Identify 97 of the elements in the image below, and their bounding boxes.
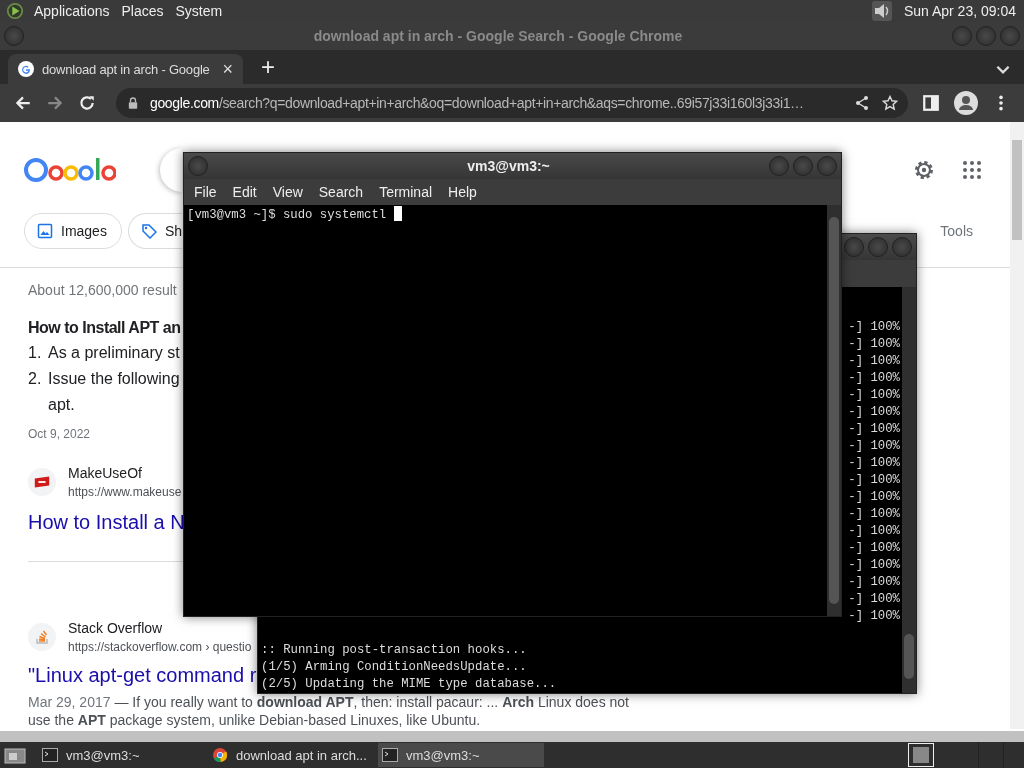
clock[interactable]: Sun Apr 23, 09:04 (903, 3, 1016, 19)
site-name: Stack Overflow (68, 619, 164, 638)
forward-icon[interactable] (46, 94, 64, 112)
step-text: apt. (48, 395, 75, 415)
menu-item[interactable]: Terminal (371, 184, 441, 200)
terminal-line: -] 100% (847, 353, 900, 370)
show-desktop-icon[interactable] (4, 746, 26, 764)
tools-button[interactable]: Tools (940, 223, 973, 239)
url-text: google.com/search?q=download+apt+in+arch&oq=download+apt+in+arch&aqs=chrome..69i57j33i160l3j33i1… (150, 95, 805, 111)
new-tab-button[interactable]: + (261, 54, 275, 80)
distro-logo-icon[interactable] (6, 2, 24, 20)
featured-heading: How to Install APT an (28, 318, 181, 338)
terminal-line: :: Running post-transaction hooks... (261, 642, 528, 659)
featured-date: Oct 9, 2022 (28, 426, 91, 443)
result-link[interactable]: "Linux apt-get command r (28, 662, 257, 688)
site-url: https://stackoverflow.com › questio (68, 639, 252, 656)
panel-menu[interactable]: Applications (34, 3, 110, 19)
settings-icon[interactable] (912, 158, 936, 182)
terminal-line: -] 100% (847, 438, 900, 455)
terminal-line: (1/5) Arming ConditionNeedsUpdate... (261, 659, 528, 676)
step-text: Issue the following (48, 369, 180, 389)
terminal-scrollbar[interactable] (902, 287, 916, 693)
minimize-button[interactable] (769, 156, 789, 176)
terminal-line: -] 100% (847, 574, 900, 591)
window-title: vm3@vm3:~ (466, 158, 551, 174)
maximize-button[interactable] (976, 26, 996, 46)
close-button[interactable] (892, 237, 912, 257)
speaker-icon[interactable] (871, 1, 892, 21)
window-menu-button[interactable] (188, 156, 208, 176)
search-field[interactable] (160, 148, 182, 192)
apps-grid-icon[interactable] (960, 158, 984, 182)
minimize-button[interactable] (844, 237, 864, 257)
share-icon[interactable] (854, 95, 870, 111)
terminal-line: -] 100% (847, 421, 900, 438)
star-icon[interactable] (882, 95, 898, 111)
terminal-icon (42, 748, 58, 762)
close-tab-button[interactable]: × (222, 58, 233, 80)
terminal-line: -] 100% (847, 404, 900, 421)
taskbar-button[interactable]: vm3@vm3:~ (38, 743, 204, 767)
terminal-line: -] 100% (847, 319, 900, 336)
terminal-line: -] 100% (847, 591, 900, 608)
maximize-button[interactable] (868, 237, 888, 257)
step-number: 2. (28, 369, 43, 389)
menu-item[interactable]: Search (310, 184, 372, 200)
minimize-button[interactable] (952, 26, 972, 46)
workspace-switcher[interactable] (908, 743, 934, 767)
menu-item[interactable]: File (186, 184, 225, 200)
close-button[interactable] (1000, 26, 1020, 46)
menu-item[interactable]: Edit (224, 184, 265, 200)
stack-icon (33, 629, 51, 645)
terminal-line: -] 100% (847, 557, 900, 574)
menu-item[interactable]: View (264, 184, 311, 200)
terminal-line: -] 100% (847, 540, 900, 557)
window-title: download apt in arch - Google Search - Google Chrome (312, 28, 684, 44)
tag-icon (140, 223, 157, 239)
terminal-scrollbar[interactable] (827, 205, 841, 616)
terminal-line: -] 100% (847, 489, 900, 506)
address-bar[interactable]: google.com/search?q=download+apt+in+arch&oq=download+apt+in+arch&aqs=chrome..69i57j33i160l3j33i1… (116, 88, 908, 118)
terminal-line: -] 100% (847, 455, 900, 472)
profile-avatar-icon[interactable] (954, 91, 978, 115)
terminal-line: -] 100% (847, 506, 900, 523)
terminal-line: -] 100% (847, 608, 900, 625)
site-name: MakeUseOf (68, 464, 143, 483)
close-button[interactable] (817, 156, 837, 176)
terminal-line: -] 100% (847, 472, 900, 489)
side-panel-icon[interactable] (922, 94, 940, 112)
terminal-line: -] 100% (847, 523, 900, 540)
maximize-button[interactable] (793, 156, 813, 176)
terminal-line: -] 100% (847, 387, 900, 404)
result-snippet: Mar 29, 2017 — If you really want to download APT, then: install pacaur: ... Arch Linux does not use the APT package system, unlike Debian-based Linuxes, like Ubuntu. (28, 693, 630, 729)
result-count: About 12,600,000 result (28, 281, 177, 299)
terminal-line: (2/5) Updating the MIME type database... (261, 676, 558, 693)
terminal-line: [vm3@vm3 ~]$ sudo systemctl (187, 208, 388, 222)
text-cursor (393, 206, 402, 221)
back-icon[interactable] (14, 94, 32, 112)
terminal-line: -] 100% (847, 370, 900, 387)
step-number: 1. (28, 343, 43, 363)
window-menu-button[interactable] (4, 26, 24, 46)
menu-item[interactable]: Help (440, 184, 485, 200)
panel-menu[interactable]: Places (121, 3, 164, 19)
taskbar-button[interactable]: download apt in arch... (208, 743, 374, 767)
panel-menu[interactable]: System (175, 3, 223, 19)
terminal-icon (382, 748, 398, 762)
image-icon (37, 223, 53, 239)
result-link[interactable]: How to Install a N (28, 509, 185, 535)
browser-tab[interactable]: download apt in arch - Google × (8, 54, 243, 84)
vertical-scrollbar[interactable] (1010, 122, 1024, 729)
site-url: https://www.makeuse (68, 484, 182, 501)
taskbar-button[interactable]: vm3@vm3:~ (378, 743, 544, 767)
horizontal-scrollbar[interactable] (0, 731, 1024, 742)
google-favicon-icon (18, 61, 34, 77)
lock-icon (128, 97, 138, 109)
step-text: As a preliminary st (48, 343, 180, 363)
chrome-icon (212, 748, 228, 762)
flag-icon (33, 474, 51, 490)
reload-icon[interactable] (78, 94, 96, 112)
terminal-line: -] 100% (847, 336, 900, 353)
